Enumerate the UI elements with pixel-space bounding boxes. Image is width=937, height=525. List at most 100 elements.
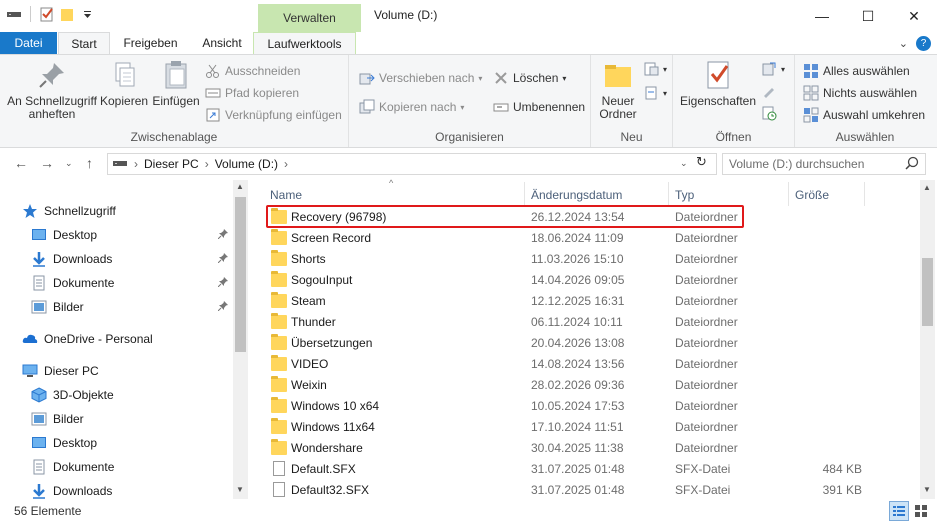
star-icon (22, 203, 38, 219)
breadcrumb-this-pc[interactable]: Dieser PC (144, 157, 199, 171)
select-none-button[interactable]: Nichts auswählen (803, 85, 917, 101)
select-none-icon (803, 85, 819, 101)
copy-path-button[interactable]: Pfad kopieren (205, 85, 299, 101)
edit-button[interactable] (761, 83, 777, 99)
scroll-down-icon[interactable]: ▼ (236, 485, 244, 494)
nav-this-pc[interactable]: Dieser PC (22, 363, 99, 379)
breadcrumb-drive[interactable]: Volume (D:) (215, 157, 278, 171)
nav-qa-pictures-label: Bilder (53, 300, 84, 314)
tab-drive-tools[interactable]: Laufwerktools (253, 32, 356, 54)
nav-pc-3d-objects[interactable]: 3D-Objekte (31, 387, 114, 403)
download-arrow-icon (31, 251, 47, 267)
nav-qa-documents[interactable]: Dokumente (31, 275, 114, 291)
column-header-date[interactable]: Änderungsdatum (531, 188, 622, 202)
table-row[interactable]: Wondershare 30.04.2025 11:38 Dateiordner (266, 438, 922, 459)
delete-button[interactable]: Löschen ▾ (493, 70, 566, 86)
table-row[interactable]: Default.SFX 31.07.2025 01:48 SFX-Datei 4… (266, 459, 922, 480)
large-icons-view-button[interactable] (911, 501, 931, 521)
history-button[interactable] (761, 105, 777, 121)
nav-onedrive[interactable]: OneDrive - Personal (22, 331, 153, 347)
column-header-name[interactable]: Name (270, 188, 302, 202)
open-button[interactable]: ▾ (761, 61, 785, 77)
properties-button[interactable]: Eigenschaften (679, 59, 757, 108)
cut-button[interactable]: Ausschneiden (205, 63, 300, 79)
scroll-up-icon[interactable]: ▲ (236, 182, 244, 191)
file-list-scrollbar-thumb[interactable] (922, 258, 933, 326)
copy-button[interactable]: Kopieren (100, 59, 148, 108)
back-arrow-icon[interactable]: ← (14, 155, 28, 171)
nav-pc-documents[interactable]: Dokumente (31, 459, 114, 475)
ribbon-collapse-icon[interactable]: ⌄ (899, 37, 908, 50)
invert-selection-button[interactable]: Auswahl umkehren (803, 107, 925, 123)
table-row[interactable]: Steam 12.12.2025 16:31 Dateiordner (266, 291, 922, 312)
nav-pc-pictures[interactable]: Bilder (31, 411, 84, 427)
nav-quick-access[interactable]: Schnellzugriff (22, 203, 116, 219)
desktop-icon (31, 435, 47, 451)
pin-icon[interactable] (218, 277, 228, 287)
search-input[interactable]: Volume (D:) durchsuchen (722, 153, 926, 175)
help-icon[interactable]: ? (916, 36, 931, 51)
minimize-button[interactable]: — (799, 0, 845, 32)
nav-qa-downloads[interactable]: Downloads (31, 251, 112, 267)
table-row[interactable]: Windows 11x64 17.10.2024 11:51 Dateiordn… (266, 417, 922, 438)
forward-arrow-icon[interactable]: → (40, 155, 54, 171)
folder-icon (271, 439, 287, 455)
column-header-size[interactable]: Größe (795, 188, 829, 202)
table-row[interactable]: Windows 10 x64 10.05.2024 17:53 Dateiord… (266, 396, 922, 417)
scroll-up-icon[interactable]: ▲ (923, 183, 931, 192)
paste-button[interactable]: Einfügen (150, 59, 202, 108)
file-list-scrollbar[interactable] (920, 180, 935, 499)
copy-to-button[interactable]: Kopieren nach ▾ (359, 99, 464, 115)
nav-qa-desktop[interactable]: Desktop (31, 227, 97, 243)
new-folder-button[interactable]: Neuer Ordner (595, 59, 641, 121)
pin-icon[interactable] (218, 301, 228, 311)
column-divider[interactable] (524, 182, 525, 206)
pin-quick-access-button[interactable]: An Schnellzugriff anheften (4, 59, 100, 121)
move-to-button[interactable]: Verschieben nach ▾ (359, 70, 482, 86)
easy-access-button[interactable]: ▾ (643, 85, 667, 101)
table-row[interactable]: VIDEO 14.08.2024 13:56 Dateiordner (266, 354, 922, 375)
rename-button[interactable]: Umbenennen (493, 99, 585, 115)
drive-icon[interactable] (6, 6, 22, 22)
window-title: Volume (D:) (374, 8, 438, 22)
pin-icon[interactable] (218, 229, 228, 239)
manage-context-tab[interactable]: Verwalten (258, 4, 361, 32)
tab-view[interactable]: Ansicht (191, 32, 253, 54)
column-divider[interactable] (668, 182, 669, 206)
refresh-icon[interactable]: ↻ (696, 154, 707, 170)
tab-file[interactable]: Datei (0, 32, 57, 54)
select-all-button[interactable]: Alles auswählen (803, 63, 910, 79)
recent-dropdown-icon[interactable]: ⌄ (65, 158, 73, 169)
scroll-down-icon[interactable]: ▼ (923, 485, 931, 494)
pin-icon[interactable] (218, 253, 228, 263)
tab-start[interactable]: Start (58, 32, 110, 54)
table-row[interactable]: Weixin 28.02.2026 09:36 Dateiordner (266, 375, 922, 396)
nav-qa-downloads-label: Downloads (53, 252, 113, 266)
tab-share[interactable]: Freigeben (110, 32, 191, 54)
table-row[interactable]: Shorts 11.03.2026 15:10 Dateiordner (266, 249, 922, 270)
close-button[interactable]: ✕ (891, 0, 937, 32)
nav-pc-desktop[interactable]: Desktop (31, 435, 97, 451)
paste-shortcut-button[interactable]: Verknüpfung einfügen (205, 107, 342, 123)
table-row[interactable]: Übersetzungen 20.04.2026 13:08 Dateiordn… (266, 333, 922, 354)
table-row[interactable]: Screen Record 18.06.2024 11:09 Dateiordn… (266, 228, 922, 249)
up-arrow-icon[interactable]: ↑ (86, 155, 93, 171)
new-item-button[interactable]: ▾ (643, 61, 667, 77)
table-row[interactable]: SogouInput 14.04.2026 09:05 Dateiordner (266, 270, 922, 291)
column-divider[interactable] (788, 182, 789, 206)
nav-pc-downloads[interactable]: Downloads (31, 483, 112, 499)
column-divider[interactable] (864, 182, 865, 206)
address-dropdown-icon[interactable]: ⌄ (680, 158, 688, 169)
nav-pc-downloads-label: Downloads (53, 484, 113, 498)
properties-icon[interactable] (39, 6, 55, 22)
nav-scrollbar-thumb[interactable] (235, 197, 246, 352)
maximize-button[interactable]: ☐ (845, 0, 891, 32)
table-row[interactable]: Default32.SFX 31.07.2025 01:48 SFX-Datei… (266, 480, 922, 501)
table-row[interactable]: Thunder 06.11.2024 10:11 Dateiordner (266, 312, 922, 333)
nav-qa-pictures[interactable]: Bilder (31, 299, 84, 315)
column-header-type[interactable]: Typ (675, 188, 694, 202)
address-field[interactable]: › Dieser PC › Volume (D:) › (107, 153, 717, 175)
new-folder-icon[interactable] (59, 6, 75, 22)
qat-dropdown-icon[interactable] (79, 6, 95, 22)
details-view-button[interactable] (889, 501, 909, 521)
